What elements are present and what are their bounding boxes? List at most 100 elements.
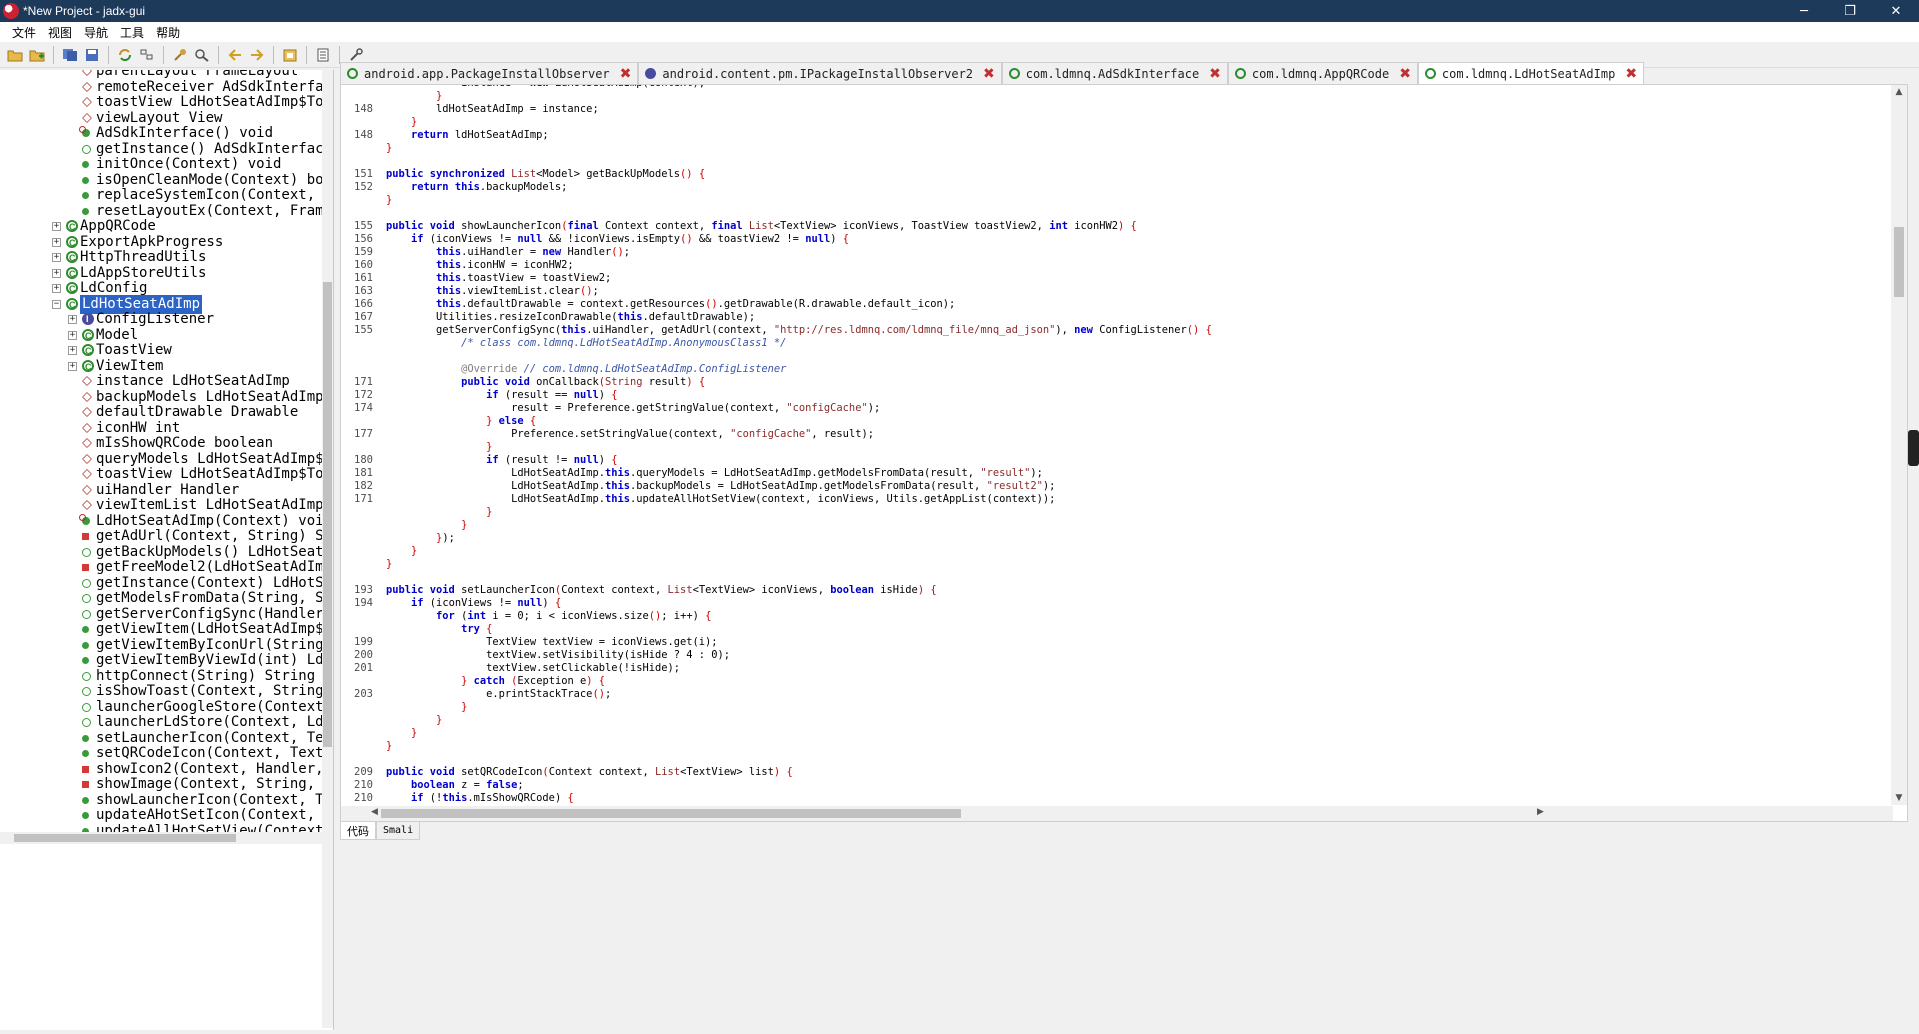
scroll-down-arrow-icon[interactable]: ▼ — [1893, 793, 1905, 803]
class-tree: parentLayout FrameLayout remoteReceiver A… — [0, 70, 334, 1030]
tree-vertical-scroll-thumb[interactable] — [323, 282, 332, 747]
back-icon[interactable] — [226, 46, 244, 64]
close-tab-icon[interactable]: ✖ — [1209, 66, 1221, 82]
menu-view[interactable]: 视图 — [42, 24, 78, 41]
close-tab-icon[interactable]: ✖ — [1625, 66, 1637, 82]
code-line: } — [461, 701, 468, 713]
scroll-up-arrow-icon[interactable]: ▲ — [1893, 87, 1905, 97]
line-number: 199 — [354, 636, 373, 648]
code-line: /* class com.ldmnq.LdHotSeatAdImp.Anonym… — [461, 337, 787, 349]
tree-horizontal-scrollbar[interactable] — [0, 832, 322, 844]
expand-icon[interactable]: + — [52, 268, 61, 278]
maximize-button[interactable]: ❐ — [1827, 0, 1873, 22]
code-vertical-scrollbar[interactable]: ▲ ▼ — [1891, 85, 1907, 805]
add-files-icon[interactable] — [28, 46, 46, 64]
line-number: 171 — [354, 493, 373, 505]
editor-tab[interactable]: android.app.PackageInstallObserver ✖ — [340, 62, 639, 84]
tree-horizontal-scroll-thumb[interactable] — [14, 834, 236, 842]
close-tab-icon[interactable]: ✖ — [983, 66, 995, 82]
code-line: for (int i = 0; i < iconViews.size(); i+… — [436, 610, 712, 622]
class-icon — [82, 327, 94, 345]
expand-icon[interactable]: + — [52, 284, 61, 293]
find-class-icon[interactable] — [193, 46, 211, 64]
class-icon — [66, 234, 78, 252]
code-vertical-scroll-thumb[interactable] — [1894, 227, 1904, 297]
private-method-icon — [82, 765, 89, 773]
static-method-icon — [82, 578, 91, 588]
interface-icon — [82, 310, 94, 329]
sync-icon[interactable] — [116, 46, 134, 64]
expand-icon[interactable]: + — [52, 222, 61, 231]
menu-navigate[interactable]: 导航 — [78, 24, 114, 41]
preferences-icon[interactable] — [347, 46, 365, 64]
line-number: 174 — [354, 402, 373, 414]
code-line: e.printStackTrace(); — [386, 688, 612, 700]
toolbar-separator — [53, 45, 54, 64]
code-editor[interactable]: 148 148 151 152 155 156 159 160 161 163 166 167 155 1… — [340, 84, 1908, 822]
view-mode-tabs: 代码 Smali — [340, 822, 421, 840]
class-icon — [66, 296, 78, 314]
collapse-icon[interactable]: − — [52, 299, 61, 309]
menu-file[interactable]: 文件 — [6, 24, 42, 41]
line-number: 209 — [354, 766, 373, 778]
toolbar-separator — [163, 45, 164, 64]
line-number: 163 — [354, 285, 373, 297]
line-number: 171 — [354, 376, 373, 388]
save-all-icon[interactable] — [61, 46, 79, 64]
public-method-icon — [82, 750, 89, 757]
menu-help[interactable]: 帮助 — [150, 24, 186, 41]
editor-tab[interactable]: android.content.pm.IPackageInstallObserv… — [638, 62, 1002, 84]
scroll-left-arrow-icon[interactable]: ◀ — [371, 807, 378, 817]
field-icon — [82, 70, 92, 76]
code-line: Preference.setStringValue(context, "conf… — [386, 428, 874, 440]
field-icon — [82, 391, 92, 402]
line-number: 194 — [354, 597, 373, 609]
expand-icon[interactable]: + — [52, 237, 61, 247]
expand-icon[interactable]: + — [68, 361, 77, 371]
forward-icon[interactable] — [248, 46, 266, 64]
code-horizontal-scroll-thumb[interactable] — [381, 809, 961, 818]
editor-tab[interactable]: com.ldmnq.AdSdkInterface ✖ — [1001, 62, 1228, 84]
tab-code[interactable]: 代码 — [340, 822, 376, 840]
export-icon[interactable] — [83, 46, 101, 64]
editor-tab[interactable]: com.ldmnq.AppQRCode ✖ — [1227, 62, 1418, 84]
code-line: public void onCallback(String result) { — [461, 376, 706, 388]
close-tab-icon[interactable]: ✖ — [1399, 66, 1411, 82]
window-title: *New Project - jadx-gui — [23, 4, 146, 18]
tab-smali[interactable]: Smali — [376, 822, 421, 840]
editor-tab[interactable]: com.ldmnq.LdHotSeatAdImp ✖ — [1417, 62, 1645, 84]
field-icon — [82, 376, 92, 386]
public-method-icon — [82, 641, 89, 649]
class-icon — [66, 265, 78, 283]
static-method-icon — [82, 671, 91, 681]
expand-icon[interactable]: + — [68, 346, 77, 355]
close-button[interactable]: ✕ — [1873, 0, 1919, 22]
tree-vertical-scrollbar[interactable] — [322, 70, 333, 1028]
public-method-icon — [82, 192, 89, 199]
code-horizontal-scrollbar[interactable]: ◀ ▶ — [341, 806, 1893, 821]
expand-icon[interactable]: + — [68, 315, 77, 324]
open-folder-icon[interactable] — [6, 46, 24, 64]
menu-tools[interactable]: 工具 — [114, 24, 150, 41]
side-panel-handle[interactable] — [1908, 430, 1919, 466]
line-number: 182 — [354, 480, 373, 492]
code-line: } — [436, 90, 443, 102]
static-method-icon — [82, 547, 91, 557]
code-line: } — [436, 714, 443, 726]
code-line: LdHotSeatAdImp.this.backupModels = LdHot… — [386, 480, 1056, 492]
deobfuscation-icon[interactable] — [281, 46, 299, 64]
expand-icon[interactable]: + — [68, 330, 77, 340]
field-icon — [82, 97, 92, 107]
line-number: 172 — [354, 389, 373, 401]
log-icon[interactable] — [314, 46, 332, 64]
flatten-packages-icon[interactable] — [138, 46, 156, 64]
search-text-icon[interactable] — [171, 46, 189, 64]
minimize-button[interactable]: ─ — [1781, 0, 1827, 22]
close-tab-icon[interactable]: ✖ — [620, 66, 632, 82]
scroll-right-arrow-icon[interactable]: ▶ — [1537, 807, 1544, 817]
code-line: ldHotSeatAdImp = instance; — [386, 103, 599, 115]
code-line: if (iconViews != null && !iconViews.isEm… — [411, 233, 849, 245]
code-text[interactable]: instance = new LdHotSeatAdImp(context); … — [386, 85, 1876, 821]
expand-icon[interactable]: + — [52, 253, 61, 262]
code-line: textView.setClickable(!isHide); — [386, 662, 681, 674]
